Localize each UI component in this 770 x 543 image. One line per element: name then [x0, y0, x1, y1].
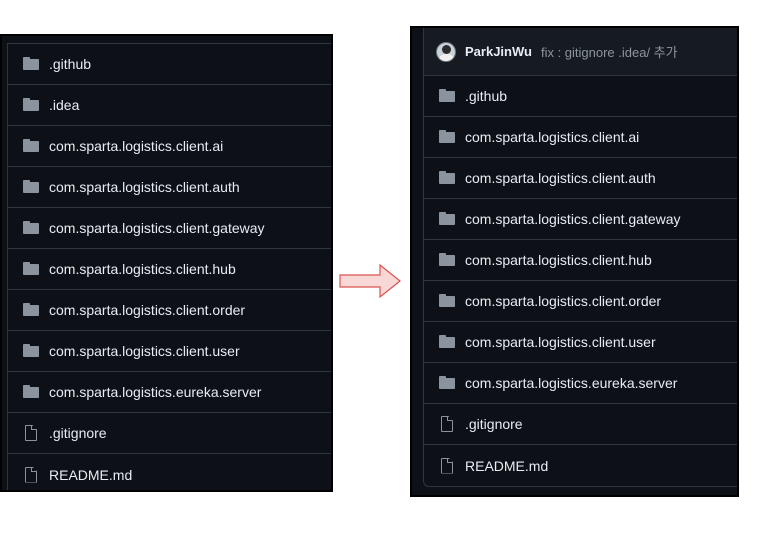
folder-row[interactable]: com.sparta.logistics.client.order — [424, 281, 737, 322]
file-list: .github com.sparta.logistics.client.ai com… — [424, 76, 737, 486]
file-list-container: ParkJinWu fix : gitignore .idea/ 추가 .git… — [423, 28, 737, 487]
file-name-link[interactable]: README.md — [49, 467, 132, 483]
folder-icon — [23, 261, 39, 277]
folder-icon — [439, 375, 455, 391]
file-name-link[interactable]: com.sparta.logistics.eureka.server — [465, 375, 677, 391]
file-row[interactable]: README.md — [8, 454, 331, 495]
file-row[interactable]: .gitignore — [424, 404, 737, 445]
folder-row[interactable]: .idea — [8, 85, 331, 126]
folder-row[interactable]: com.sparta.logistics.client.hub — [8, 249, 331, 290]
file-name-link[interactable]: com.sparta.logistics.client.order — [49, 302, 245, 318]
file-name-link[interactable]: com.sparta.logistics.client.hub — [465, 252, 652, 268]
file-name-link[interactable]: com.sparta.logistics.eureka.server — [49, 384, 261, 400]
folder-icon — [23, 220, 39, 236]
folder-icon — [439, 129, 455, 145]
file-name-link[interactable]: .gitignore — [49, 425, 107, 441]
file-icon — [23, 466, 39, 483]
file-icon — [23, 425, 39, 441]
folder-row[interactable]: com.sparta.logistics.client.gateway — [8, 208, 331, 249]
latest-commit-row[interactable]: ParkJinWu fix : gitignore .idea/ 추가 — [424, 28, 737, 76]
file-name-link[interactable]: .idea — [49, 97, 79, 113]
folder-icon — [439, 334, 455, 350]
folder-row[interactable]: com.sparta.logistics.eureka.server — [8, 372, 331, 413]
folder-row[interactable]: com.sparta.logistics.eureka.server — [424, 363, 737, 404]
folder-row[interactable]: .github — [424, 76, 737, 117]
folder-row[interactable]: com.sparta.logistics.client.order — [8, 290, 331, 331]
folder-icon — [23, 384, 39, 400]
file-name-link[interactable]: com.sparta.logistics.client.user — [49, 343, 240, 359]
file-tree-before: .github .idea com.sparta.logistics.client.… — [0, 34, 333, 492]
avatar-icon[interactable] — [436, 41, 456, 62]
folder-row[interactable]: com.sparta.logistics.client.auth — [8, 167, 331, 208]
file-name-link[interactable]: com.sparta.logistics.client.ai — [465, 129, 639, 145]
folder-row[interactable]: com.sparta.logistics.client.ai — [8, 126, 331, 167]
file-name-link[interactable]: README.md — [465, 458, 548, 474]
arrow-right-icon — [339, 264, 401, 298]
file-name-link[interactable]: com.sparta.logistics.client.auth — [465, 170, 656, 186]
folder-icon — [23, 56, 39, 72]
file-name-link[interactable]: com.sparta.logistics.client.gateway — [49, 220, 265, 236]
file-name-link[interactable]: .github — [465, 88, 507, 104]
folder-icon — [23, 343, 39, 359]
folder-icon — [439, 252, 455, 268]
file-name-link[interactable]: com.sparta.logistics.client.hub — [49, 261, 236, 277]
folder-row[interactable]: com.sparta.logistics.client.auth — [424, 158, 737, 199]
file-name-link[interactable]: com.sparta.logistics.client.order — [465, 293, 661, 309]
folder-icon — [23, 138, 39, 154]
file-name-link[interactable]: com.sparta.logistics.client.auth — [49, 179, 240, 195]
folder-row[interactable]: com.sparta.logistics.client.hub — [424, 240, 737, 281]
folder-icon — [439, 170, 455, 186]
folder-row[interactable]: com.sparta.logistics.client.user — [8, 331, 331, 372]
folder-row[interactable]: com.sparta.logistics.client.gateway — [424, 199, 737, 240]
file-name-link[interactable]: .gitignore — [465, 416, 523, 432]
file-row[interactable]: .gitignore — [8, 413, 331, 454]
file-name-link[interactable]: com.sparta.logistics.client.ai — [49, 138, 223, 154]
folder-icon — [23, 302, 39, 318]
folder-row[interactable]: com.sparta.logistics.client.ai — [424, 117, 737, 158]
folder-icon — [23, 179, 39, 195]
file-icon — [439, 457, 455, 474]
folder-icon — [439, 293, 455, 309]
file-list-container: .github .idea com.sparta.logistics.client.… — [7, 43, 331, 490]
commit-author[interactable]: ParkJinWu — [465, 44, 532, 59]
folder-row[interactable]: com.sparta.logistics.client.user — [424, 322, 737, 363]
file-name-link[interactable]: com.sparta.logistics.client.gateway — [465, 211, 681, 227]
folder-icon — [439, 211, 455, 227]
folder-icon — [23, 97, 39, 113]
file-row[interactable]: README.md — [424, 445, 737, 486]
file-icon — [439, 416, 455, 432]
file-list: .github .idea com.sparta.logistics.client.… — [8, 44, 331, 495]
folder-icon — [439, 88, 455, 104]
file-tree-after: ParkJinWu fix : gitignore .idea/ 추가 .git… — [410, 26, 739, 497]
file-name-link[interactable]: .github — [49, 56, 91, 72]
file-name-link[interactable]: com.sparta.logistics.client.user — [465, 334, 656, 350]
commit-message[interactable]: fix : gitignore .idea/ 추가 — [541, 42, 678, 61]
folder-row[interactable]: .github — [8, 44, 331, 85]
